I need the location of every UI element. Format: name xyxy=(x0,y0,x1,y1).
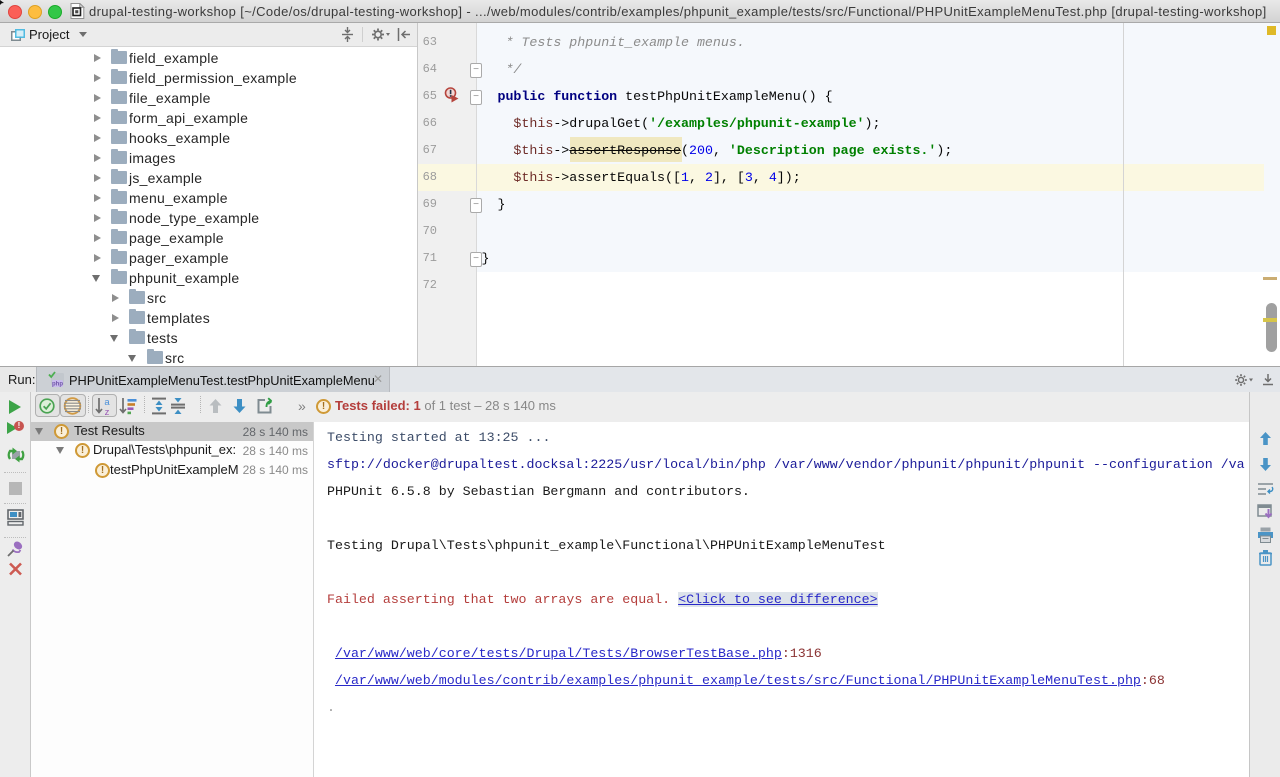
svg-text:z: z xyxy=(105,407,110,416)
svg-text:php: php xyxy=(52,382,63,388)
